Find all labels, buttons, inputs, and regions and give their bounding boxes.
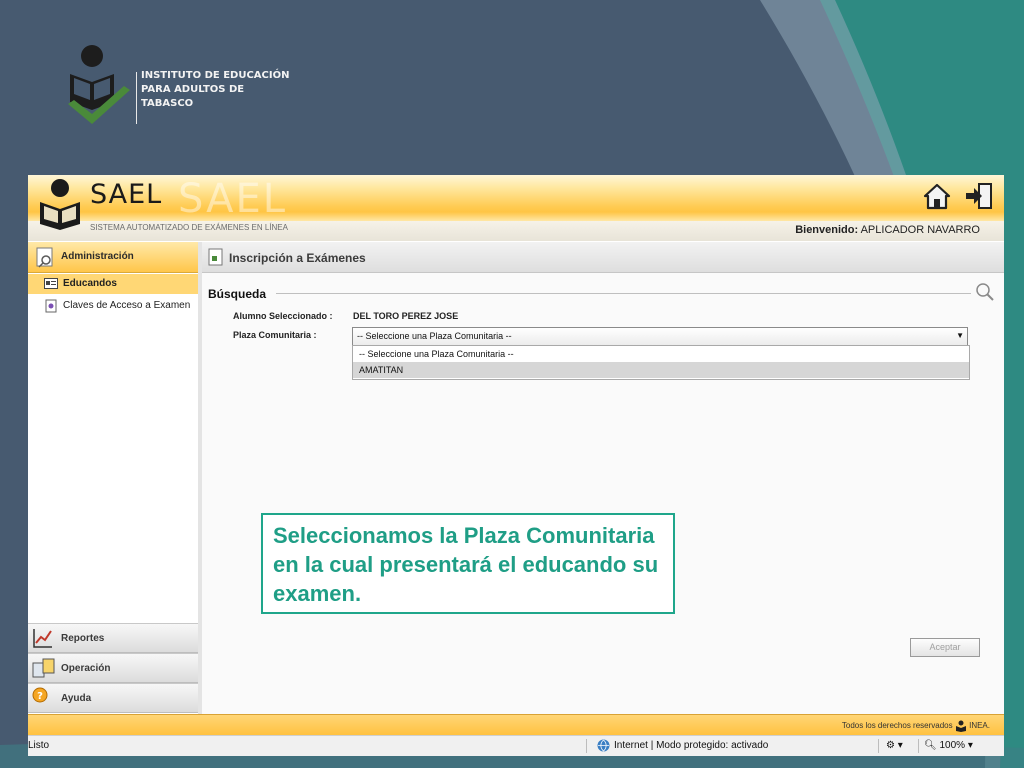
logout-icon[interactable] — [964, 181, 994, 211]
welcome-text: Bienvenido: APLICADOR NAVARRO — [795, 224, 980, 236]
accordion-label: Reportes — [61, 633, 105, 644]
section-title: Búsqueda — [208, 287, 267, 301]
welcome-label: Bienvenido: — [795, 224, 859, 236]
plaza-dropdown-list: -- Seleccione una Plaza Comunitaria -- A… — [352, 345, 970, 380]
search-icon[interactable] — [975, 282, 995, 302]
id-card-icon — [44, 278, 58, 289]
org-name: INSTITUTO DE EDUCACIÓN PARA ADULTOS DE T… — [141, 69, 289, 111]
plaza-option[interactable]: AMATITAN — [353, 362, 969, 378]
app-title: SAEL — [90, 179, 163, 210]
accordion-label: Ayuda — [61, 693, 92, 704]
footer-brand: INEA. — [969, 721, 990, 731]
admin-document-icon — [36, 247, 53, 268]
callout-box: Seleccionamos la Plaza Comunitaria en la… — [261, 513, 675, 614]
app-logo-icon — [40, 179, 80, 230]
accept-button[interactable]: Aceptar — [910, 638, 980, 657]
help-icon: ? — [32, 687, 48, 703]
sidebar-section-administracion[interactable]: Administración — [28, 242, 198, 273]
browser-statusbar: Listo Internet | Modo protegido: activad… — [28, 735, 1004, 756]
chevron-down-icon: ▾ — [967, 740, 973, 751]
org-logo-icon — [68, 45, 130, 124]
chart-icon — [33, 629, 52, 648]
status-separator — [586, 739, 587, 753]
key-document-icon — [45, 299, 57, 313]
svg-text:?: ? — [37, 691, 43, 702]
accordion-ayuda[interactable]: ? Ayuda — [28, 683, 198, 713]
operations-icon — [32, 658, 55, 678]
section-divider — [276, 293, 971, 294]
student-value: DEL TORO PEREZ JOSE — [353, 311, 459, 321]
sidebar-item-educandos[interactable]: Educandos — [28, 274, 198, 294]
app-header: SAEL SAEL SISTEMA AUTOMATIZADO DE EXÁMEN… — [28, 175, 1004, 241]
plaza-select[interactable]: -- Seleccione una Plaza Comunitaria -- ▼ — [352, 327, 968, 346]
org-name-line: TABASCO — [141, 98, 194, 109]
panel-header: Inscripción a Exámenes — [202, 242, 1004, 273]
plaza-select-value: -- Seleccione una Plaza Comunitaria -- — [357, 331, 512, 341]
plaza-option-label: -- Seleccione una Plaza Comunitaria -- — [359, 349, 514, 359]
protected-mode-icon[interactable]: ⚙ ▾ — [886, 740, 903, 751]
status-separator — [878, 739, 879, 753]
plaza-option[interactable]: -- Seleccione una Plaza Comunitaria -- — [353, 346, 969, 362]
logo-divider — [136, 72, 137, 124]
sidebar: Administración Educandos Claves de Acces… — [28, 242, 199, 714]
sidebar-section-label: Administración — [61, 251, 134, 262]
chevron-down-icon: ▼ — [956, 331, 964, 340]
zoom-control[interactable]: 🔍︎ 100% ▾ — [924, 740, 973, 751]
panel-title: Inscripción a Exámenes — [229, 251, 366, 265]
footer-rights: Todos los derechos reservados INEA. — [842, 720, 990, 732]
sidebar-item-claves-acceso[interactable]: Claves de Acceso a Examen — [28, 296, 198, 316]
zoom-level: 100% — [939, 740, 966, 751]
status-separator — [918, 739, 919, 753]
form-document-icon — [208, 248, 223, 266]
org-name-line: INSTITUTO DE EDUCACIÓN — [141, 70, 290, 81]
app-window: SAEL SAEL SISTEMA AUTOMATIZADO DE EXÁMEN… — [28, 175, 1004, 756]
app-subtitle: SISTEMA AUTOMATIZADO DE EXÁMENES EN LÍNE… — [90, 223, 288, 232]
security-zone: Internet | Modo protegido: activado — [614, 740, 769, 751]
globe-icon — [597, 739, 610, 752]
zoom-icon: 🔍︎ — [924, 740, 937, 751]
app-title-watermark: SAEL — [178, 176, 288, 222]
inea-logo-icon — [955, 720, 966, 732]
app-footer: Todos los derechos reservados INEA. — [28, 714, 1004, 735]
home-icon[interactable] — [922, 181, 952, 211]
accordion-reportes[interactable]: Reportes — [28, 623, 198, 653]
welcome-user: APLICADOR NAVARRO — [860, 224, 980, 236]
sidebar-item-label: Claves de Acceso a Examen — [63, 300, 191, 311]
main-panel: Inscripción a Exámenes Búsqueda Alumno S… — [202, 242, 1004, 714]
plaza-option-label: AMATITAN — [359, 365, 404, 375]
status-text: Listo — [28, 740, 50, 751]
student-label: Alumno Seleccionado : — [233, 311, 333, 321]
footer-rights-text: Todos los derechos reservados — [841, 721, 953, 731]
sidebar-item-label: Educandos — [63, 278, 117, 289]
plaza-label: Plaza Comunitaria : — [233, 330, 317, 340]
callout-text: Seleccionamos la Plaza Comunitaria en la… — [273, 523, 659, 606]
accordion-operacion[interactable]: Operación — [28, 653, 198, 683]
accordion-label: Operación — [61, 663, 111, 674]
org-name-line: PARA ADULTOS DE — [141, 84, 245, 95]
